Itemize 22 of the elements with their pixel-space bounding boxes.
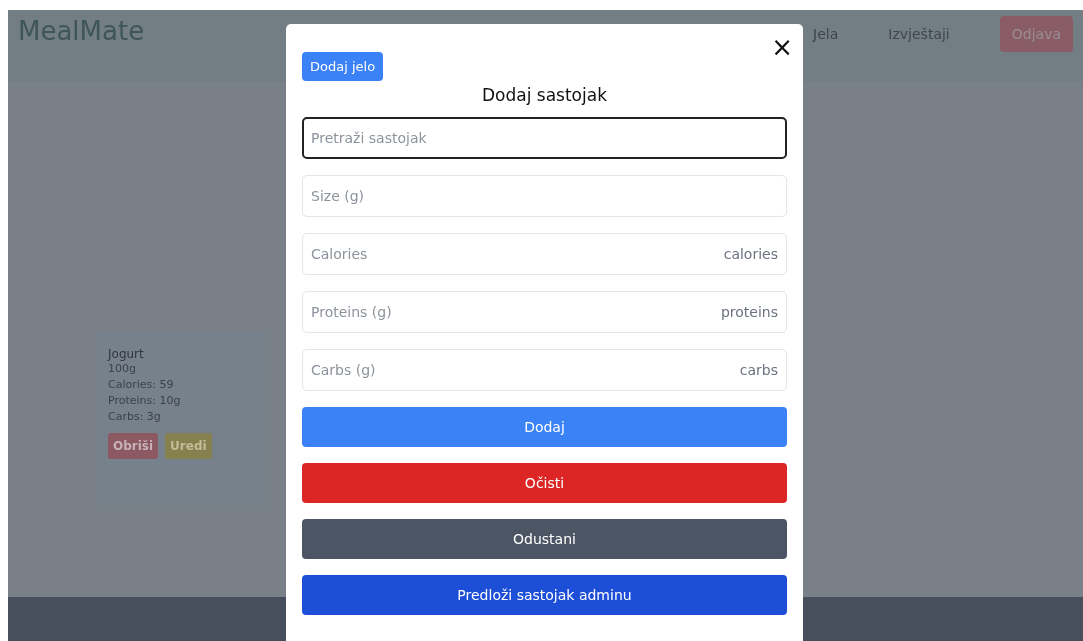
unit-label: calories [723, 246, 778, 262]
add-button[interactable]: Dodaj [302, 407, 787, 447]
cancel-button[interactable]: Odustani [302, 519, 787, 559]
text-field[interactable]: Proteins (g) proteins [302, 291, 787, 333]
input-field[interactable]: Carbs (g) [311, 350, 740, 390]
text-field[interactable]: Carbs (g) carbs [302, 349, 787, 391]
unit-label: carbs [739, 362, 778, 378]
ingredient-detail: Calories: 59 [108, 377, 175, 393]
suggest-button[interactable]: Predloži sastojak adminu [302, 575, 787, 615]
add-meal-button[interactable]: Dodaj jelo [302, 52, 384, 81]
close-button[interactable]: × [767, 34, 797, 60]
ingredient-detail: Carbs: 3g [108, 409, 162, 425]
delete-button[interactable]: Obriši [108, 433, 159, 459]
clear-button[interactable]: Očisti [302, 463, 787, 503]
input-field[interactable]: Proteins (g) [311, 292, 721, 332]
unit-label: proteins [720, 304, 778, 320]
ingredient-detail: Proteins: 10g [108, 393, 182, 409]
input-field[interactable]: Calories [311, 234, 724, 274]
ingredient-detail: 100g [108, 361, 137, 377]
text-field[interactable]: Calories calories [302, 233, 787, 275]
ingredient-name: Jogurt [108, 347, 145, 361]
modal-title: Dodaj sastojak [481, 85, 608, 105]
